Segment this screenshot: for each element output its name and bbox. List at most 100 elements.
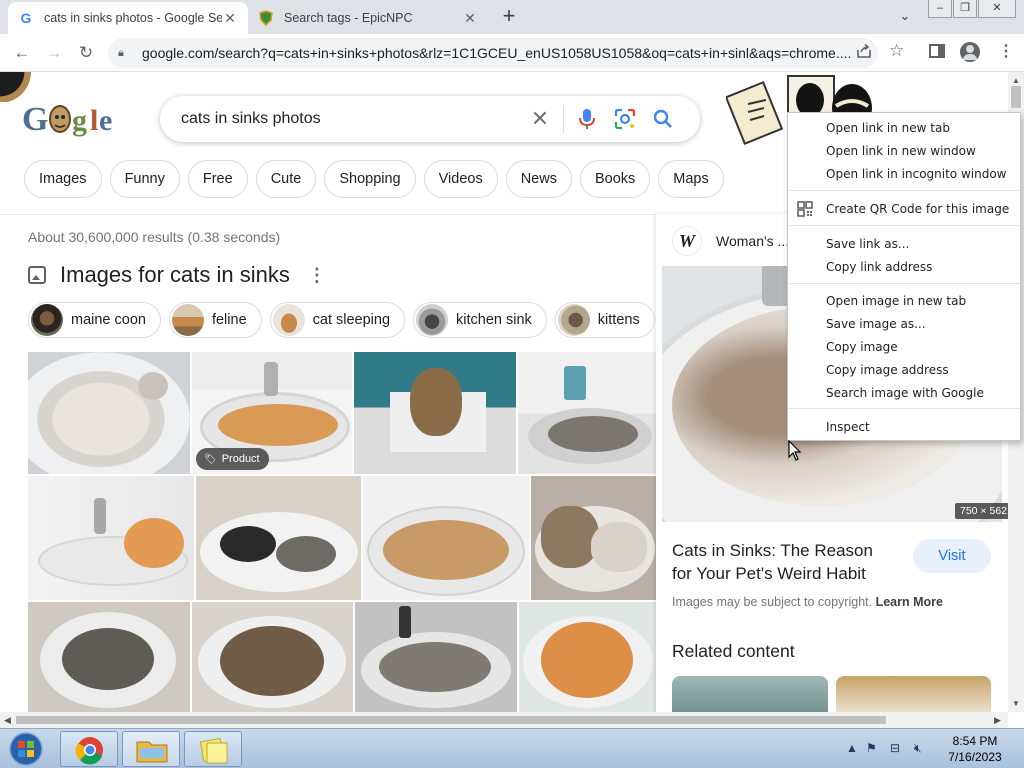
image-result[interactable] — [518, 352, 656, 474]
reload-icon[interactable]: ↻ — [74, 41, 98, 65]
refine-chips: maine coon feline cat sleeping kitchen s… — [28, 302, 658, 338]
menu-copy-image-address[interactable]: Copy image address — [826, 360, 949, 380]
cat-body-shape — [410, 368, 462, 436]
url-text[interactable]: google.com/search?q=cats+in+sinks+photos… — [142, 45, 852, 61]
menu-copy-link-address[interactable]: Copy link address — [826, 257, 932, 277]
menu-open-link-new-tab[interactable]: Open link in new tab — [826, 118, 950, 138]
scroll-down-arrow-icon[interactable]: ▼ — [1012, 699, 1020, 708]
image-result[interactable] — [28, 602, 190, 712]
filter-chip-funny[interactable]: Funny — [109, 160, 180, 198]
menu-save-image-as[interactable]: Save image as... — [826, 314, 926, 334]
refine-chip-kitchen-sink[interactable]: kitchen sink — [413, 302, 547, 338]
image-result[interactable] — [355, 602, 517, 712]
tab-search-chevron-icon[interactable]: ⌄ — [896, 8, 914, 26]
filter-chip-news[interactable]: News — [505, 160, 572, 198]
network-icon[interactable]: ⊟ — [890, 741, 900, 755]
visit-button[interactable]: Visit — [913, 539, 991, 573]
menu-inspect[interactable]: Inspect — [826, 417, 870, 437]
menu-save-link-as[interactable]: Save link as... — [826, 234, 909, 254]
image-result[interactable] — [531, 476, 656, 600]
scroll-up-arrow-icon[interactable]: ▲ — [1012, 76, 1020, 85]
search-box[interactable]: cats in sinks photos ✕ — [160, 96, 700, 142]
image-result[interactable] — [192, 602, 353, 712]
new-tab-button[interactable]: + — [498, 5, 520, 28]
taskbar-sticky-notes[interactable] — [184, 731, 242, 767]
search-icon[interactable] — [644, 104, 682, 134]
filter-chip-videos[interactable]: Videos — [423, 160, 498, 198]
menu-open-link-new-window[interactable]: Open link in new window — [826, 141, 976, 161]
menu-open-image-new-tab[interactable]: Open image in new tab — [826, 291, 966, 311]
scroll-right-arrow-icon[interactable]: ▶ — [994, 715, 1001, 726]
svg-text:e: e — [99, 104, 112, 137]
taskbar-file-explorer[interactable] — [122, 731, 180, 767]
filter-chip-cute[interactable]: Cute — [255, 160, 317, 198]
preview-source[interactable]: W Woman's ... — [672, 226, 789, 256]
address-bar[interactable]: 🔒︎ google.com/search?q=cats+in+sinks+pho… — [108, 38, 878, 68]
image-result[interactable] — [196, 476, 361, 600]
tab-epicnpc[interactable]: Search tags - EpicNPC ✕ — [248, 2, 488, 34]
filter-chip-shopping[interactable]: Shopping — [324, 160, 416, 198]
chip-label: kittens — [597, 312, 640, 328]
menu-create-qr-code[interactable]: Create QR Code for this image — [826, 199, 1009, 219]
close-tab-icon[interactable]: ✕ — [222, 10, 238, 26]
profile-avatar-icon[interactable] — [960, 42, 980, 62]
menu-open-link-incognito[interactable]: Open link in incognito window — [826, 164, 1006, 184]
camera-lens-icon[interactable] — [606, 104, 644, 134]
chrome-menu-icon[interactable]: ⋮ — [998, 41, 1014, 61]
refine-chip-kittens[interactable]: kittens — [554, 302, 655, 338]
cat-body-shape — [62, 628, 154, 690]
volume-muted-icon[interactable]: 🔇︎ — [914, 741, 922, 756]
refine-chip-cat-sleeping[interactable]: cat sleeping — [269, 302, 406, 338]
image-result[interactable] — [28, 352, 190, 474]
images-section-title[interactable]: Images for cats in sinks — [60, 262, 290, 288]
side-panel-icon[interactable] — [929, 44, 945, 58]
image-result[interactable] — [28, 476, 194, 600]
back-arrow-icon[interactable]: ← — [10, 41, 34, 65]
search-input[interactable]: cats in sinks photos — [181, 110, 521, 128]
preview-title[interactable]: Cats in Sinks: The Reason for Your Pet's… — [672, 539, 892, 585]
close-tab-icon[interactable]: ✕ — [462, 10, 478, 26]
tab-title: Search tags - EpicNPC — [284, 11, 413, 25]
tab-google-search[interactable]: G cats in sinks photos - Google Se ✕ — [8, 2, 248, 34]
related-thumbnail[interactable] — [672, 676, 828, 716]
mouse-cursor-icon — [788, 439, 802, 462]
horizontal-scroll-thumb[interactable] — [16, 716, 886, 724]
bookmark-star-icon[interactable]: ☆ — [889, 41, 904, 61]
learn-more-link[interactable]: Learn More — [876, 595, 943, 609]
menu-copy-image[interactable]: Copy image — [826, 337, 898, 357]
image-result[interactable] — [363, 476, 529, 600]
taskbar-chrome[interactable] — [60, 731, 118, 767]
image-result[interactable] — [519, 602, 656, 712]
system-clock[interactable]: 8:54 PM 7/16/2023 — [936, 733, 1014, 765]
product-badge-label: Product — [221, 453, 260, 465]
refine-chip-maine-coon[interactable]: maine coon — [28, 302, 161, 338]
show-hidden-icons-icon[interactable]: ▲ — [846, 741, 858, 755]
filter-chip-books[interactable]: Books — [579, 160, 651, 198]
copyright-text: Images may be subject to copyright. — [672, 595, 873, 609]
action-center-flag-icon[interactable]: ⚑ — [866, 741, 877, 755]
related-thumbnail[interactable] — [836, 676, 991, 716]
clear-search-icon[interactable]: ✕ — [521, 104, 559, 134]
qr-code-icon — [797, 201, 813, 217]
filter-chip-images[interactable]: Images — [24, 160, 102, 198]
refine-chip-feline[interactable]: feline — [168, 302, 262, 338]
menu-search-image-google[interactable]: Search image with Google — [826, 383, 984, 403]
horizontal-scrollbar[interactable]: ◀ ▶ — [0, 712, 1008, 728]
scroll-left-arrow-icon[interactable]: ◀ — [4, 715, 11, 726]
source-name[interactable]: Woman's ... — [716, 233, 789, 249]
filter-chip-free[interactable]: Free — [187, 160, 248, 198]
forward-arrow-icon[interactable]: → — [42, 41, 66, 65]
google-doodle-logo[interactable]: G g l e — [22, 98, 118, 140]
microphone-icon[interactable] — [568, 104, 606, 134]
image-result[interactable] — [354, 352, 516, 474]
share-icon[interactable] — [856, 43, 872, 64]
close-window-button[interactable]: ✕ — [978, 0, 1016, 18]
more-options-icon[interactable]: ⋮ — [308, 265, 326, 286]
lock-icon[interactable]: 🔒︎ — [118, 47, 132, 60]
vertical-scroll-thumb[interactable] — [1011, 86, 1021, 108]
cat-body-shape — [541, 622, 633, 698]
filter-chip-maps[interactable]: Maps — [658, 160, 724, 198]
start-button[interactable] — [4, 731, 48, 767]
maximize-window-button[interactable]: ❐ — [953, 0, 977, 18]
minimize-window-button[interactable]: – — [928, 0, 952, 18]
